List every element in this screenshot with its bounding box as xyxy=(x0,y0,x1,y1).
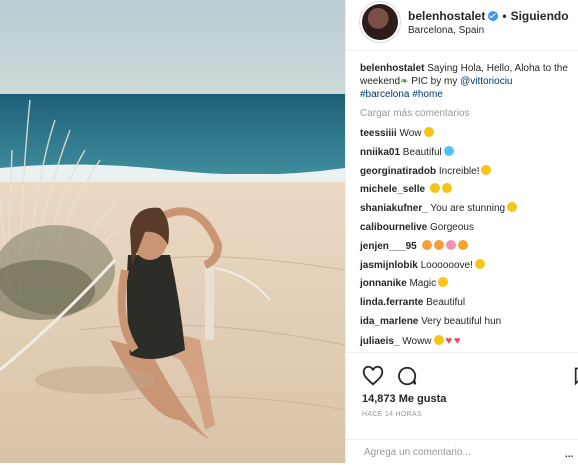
more-options-icon[interactable]: ... xyxy=(564,444,574,460)
comment-text xyxy=(425,184,428,195)
emoji-icon xyxy=(507,202,518,213)
emoji-icon xyxy=(433,334,444,345)
comment-username[interactable]: calibournelive xyxy=(360,222,427,233)
bookmark-icon[interactable] xyxy=(574,365,578,387)
comment-row: teessiiii Wow xyxy=(360,125,575,144)
hashtag-link[interactable]: #home xyxy=(412,89,443,100)
add-comment-bar: ... xyxy=(346,439,578,465)
comment-text: Magic xyxy=(406,278,437,290)
comment-row: calibournelive Gorgeous xyxy=(360,219,575,238)
post-header: belenhostalet • Siguiendo Barcelona, Spa… xyxy=(346,0,578,51)
comment-username[interactable]: nniika01 xyxy=(360,147,400,158)
emoji-icon xyxy=(421,239,432,250)
comment-text xyxy=(417,241,420,252)
comment-text: Very beautiful hun xyxy=(418,315,502,327)
emoji-icon xyxy=(441,183,452,194)
author-username[interactable]: belenhostalet xyxy=(408,9,485,23)
comment-username[interactable]: jenjen___95 xyxy=(360,241,417,252)
comment-text: Wow xyxy=(396,128,422,139)
comment-row: georginatiradob Increible! xyxy=(360,163,575,182)
comment-row: jonnanike Magic xyxy=(360,275,575,294)
comment-text: Loooooove! xyxy=(417,259,473,271)
mention-link[interactable]: @vittoriociu xyxy=(460,76,512,87)
emoji-icon xyxy=(445,239,456,250)
comment-username[interactable]: linda.ferrante xyxy=(360,297,423,308)
comment-list: teessiiii Wow nniika01 Beautiful georginat… xyxy=(360,125,575,351)
caption-username[interactable]: belenhostalet xyxy=(360,63,424,74)
post-actions: 14,873 Me gusta HACE 14 HORAS ... xyxy=(346,352,578,464)
post-author: belenhostalet • Siguiendo xyxy=(408,9,569,23)
emoji-icon xyxy=(438,277,449,288)
emoji-icon xyxy=(457,239,468,250)
comment-text: You are stunning xyxy=(427,203,506,215)
comment-row: jenjen___95 xyxy=(360,238,575,257)
comment-username[interactable]: teessiiii xyxy=(360,128,397,139)
verified-badge-icon xyxy=(488,11,499,21)
hashtag-link[interactable]: #barcelona xyxy=(360,89,409,100)
comment-username[interactable]: shaniakufner_ xyxy=(360,203,428,214)
heart-emoji-icon: ♥ xyxy=(454,334,461,347)
comment-icon[interactable] xyxy=(396,365,418,387)
emoji-icon xyxy=(423,127,434,137)
load-more-comments[interactable]: Cargar más comentarios xyxy=(360,107,575,120)
comment-row: jasmijnlobik Loooooove! xyxy=(360,257,575,276)
comment-username[interactable]: jasmijnlobik xyxy=(360,260,418,271)
comment-username[interactable]: juliaeis_ xyxy=(360,336,399,347)
post-side-panel: belenhostalet • Siguiendo Barcelona, Spa… xyxy=(345,0,578,463)
comment-username[interactable]: jonnanike xyxy=(360,278,407,289)
likes-count[interactable]: 14,873 Me gusta xyxy=(362,393,446,405)
add-comment-input[interactable] xyxy=(362,446,546,459)
emoji-icon xyxy=(433,239,444,250)
comment-text: Beautiful xyxy=(423,297,466,309)
comment-text: Increible! xyxy=(436,165,480,177)
comment-row: shaniakufner_ You are stunning xyxy=(360,200,575,219)
post-timestamp[interactable]: HACE 14 HORAS xyxy=(362,411,422,418)
comment-row: juliaeis_ Woww ♥ ♥ xyxy=(360,332,575,351)
following-button[interactable]: Siguiendo xyxy=(511,9,569,23)
caption-text-2: PIC by my xyxy=(408,76,461,87)
beach-photo xyxy=(0,0,345,463)
comment-row: ida_marlene Very beautiful hun xyxy=(360,313,575,332)
comments-section: belenhostalet Saying Hola, Hello, Aloha … xyxy=(360,62,575,351)
comment-username[interactable]: michele_selle xyxy=(360,184,425,195)
location-link[interactable]: Barcelona, Spain xyxy=(408,25,484,36)
comment-username[interactable]: georginatiradob xyxy=(360,166,436,177)
comment-text: Woww xyxy=(399,335,432,347)
comment-row: linda.ferrante Beautiful xyxy=(360,294,575,313)
comment-text: Gorgeous xyxy=(427,221,474,233)
post-photo[interactable] xyxy=(0,0,345,463)
avatar[interactable] xyxy=(362,4,398,40)
heart-icon[interactable] xyxy=(362,365,384,387)
post-caption: belenhostalet Saying Hola, Hello, Aloha … xyxy=(360,62,575,101)
comment-username[interactable]: ida_marlene xyxy=(360,316,418,327)
comment-row: michele_selle xyxy=(360,181,575,200)
comment-row: nniika01 Beautiful xyxy=(360,144,575,163)
emoji-icon xyxy=(474,258,485,269)
emoji-icon xyxy=(481,164,492,175)
heart-emoji-icon: ♥ xyxy=(445,334,453,347)
comment-text: Beautiful xyxy=(400,146,442,158)
separator-dot: • xyxy=(502,9,507,23)
emoji-icon xyxy=(443,145,454,156)
emoji-icon xyxy=(429,183,440,194)
